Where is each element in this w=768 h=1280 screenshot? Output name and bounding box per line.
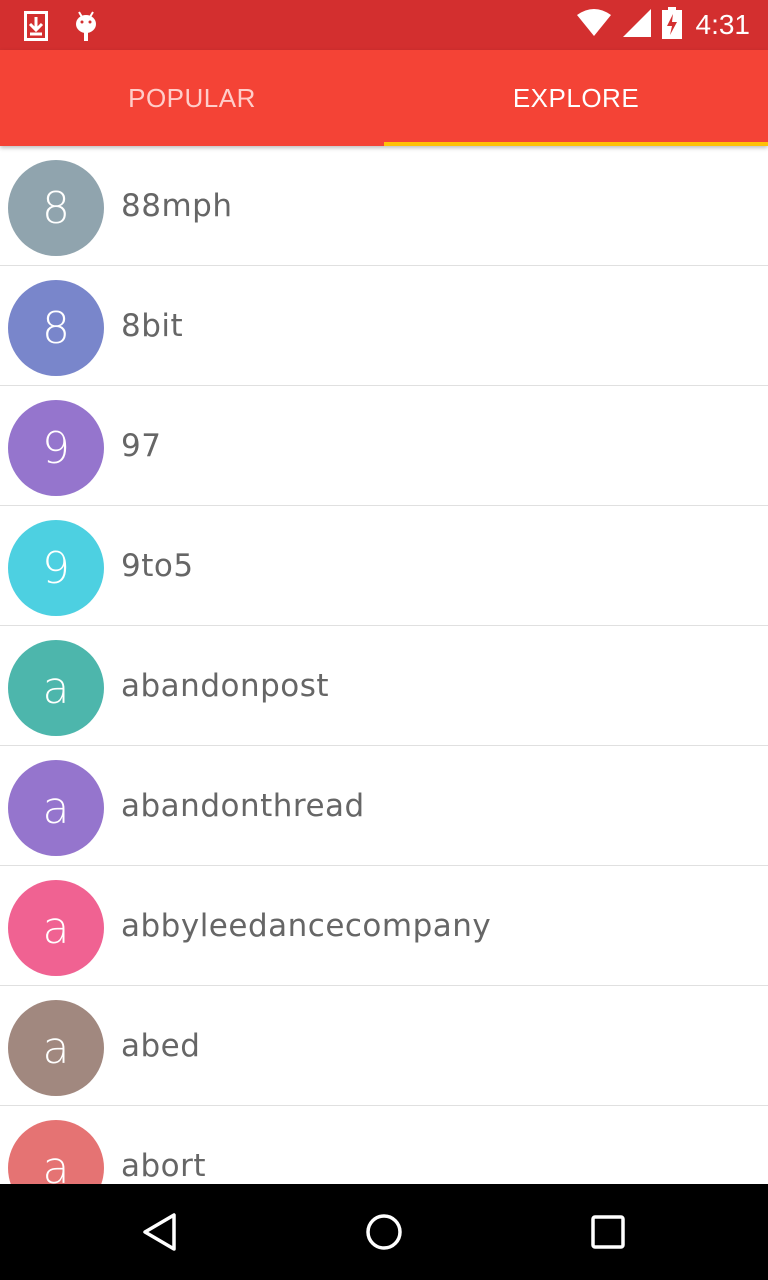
avatar: a: [8, 1000, 104, 1096]
list-item[interactable]: a abed: [0, 986, 768, 1106]
list-item-name: 9to5: [121, 548, 194, 584]
tab-explore[interactable]: EXPLORE: [384, 50, 768, 146]
avatar: 9: [8, 400, 104, 496]
list-item[interactable]: a abandonpost: [0, 626, 768, 746]
list-item[interactable]: 9 9to5: [0, 506, 768, 626]
back-icon[interactable]: [136, 1208, 184, 1256]
tab-bar: POPULAR EXPLORE: [0, 50, 768, 146]
wifi-icon: [576, 9, 612, 41]
avatar: a: [8, 880, 104, 976]
tab-popular[interactable]: POPULAR: [0, 50, 384, 146]
list-item-name: abandonpost: [121, 668, 330, 704]
status-bar: 4:31: [0, 0, 768, 50]
list-item-name: 88mph: [121, 188, 233, 224]
avatar: 8: [8, 280, 104, 376]
screen: 4:31 POPULAR EXPLORE 8 88mph 8 8bit 9 97…: [0, 0, 768, 1280]
battery-charging-icon: [661, 7, 682, 43]
android-debug-icon: [74, 10, 98, 46]
list-item[interactable]: 8 88mph: [0, 146, 768, 266]
avatar: a: [8, 1120, 104, 1184]
avatar: 9: [8, 520, 104, 616]
list-item-name: 97: [121, 428, 162, 464]
avatar: a: [8, 760, 104, 856]
list-item[interactable]: a abort: [0, 1106, 768, 1184]
list-item[interactable]: a abbyleedancecompany: [0, 866, 768, 986]
home-icon[interactable]: [360, 1208, 408, 1256]
list-item-name: abed: [121, 1028, 201, 1064]
list-item-name: abort: [121, 1148, 207, 1184]
status-time: 4:31: [695, 9, 751, 40]
recents-icon[interactable]: [584, 1208, 632, 1256]
list-item[interactable]: a abandonthread: [0, 746, 768, 866]
subreddit-list[interactable]: 8 88mph 8 8bit 9 97 9 9to5 a abandonpost…: [0, 146, 768, 1184]
signal-icon: [622, 8, 652, 42]
list-item-name: abbyleedancecompany: [121, 908, 492, 944]
avatar: a: [8, 640, 104, 736]
list-item-name: 8bit: [121, 308, 184, 344]
list-item-name: abandonthread: [121, 788, 365, 824]
navigation-bar: [0, 1184, 768, 1280]
list-item[interactable]: 8 8bit: [0, 266, 768, 386]
download-icon: [24, 11, 48, 45]
list-item[interactable]: 9 97: [0, 386, 768, 506]
avatar: 8: [8, 160, 104, 256]
